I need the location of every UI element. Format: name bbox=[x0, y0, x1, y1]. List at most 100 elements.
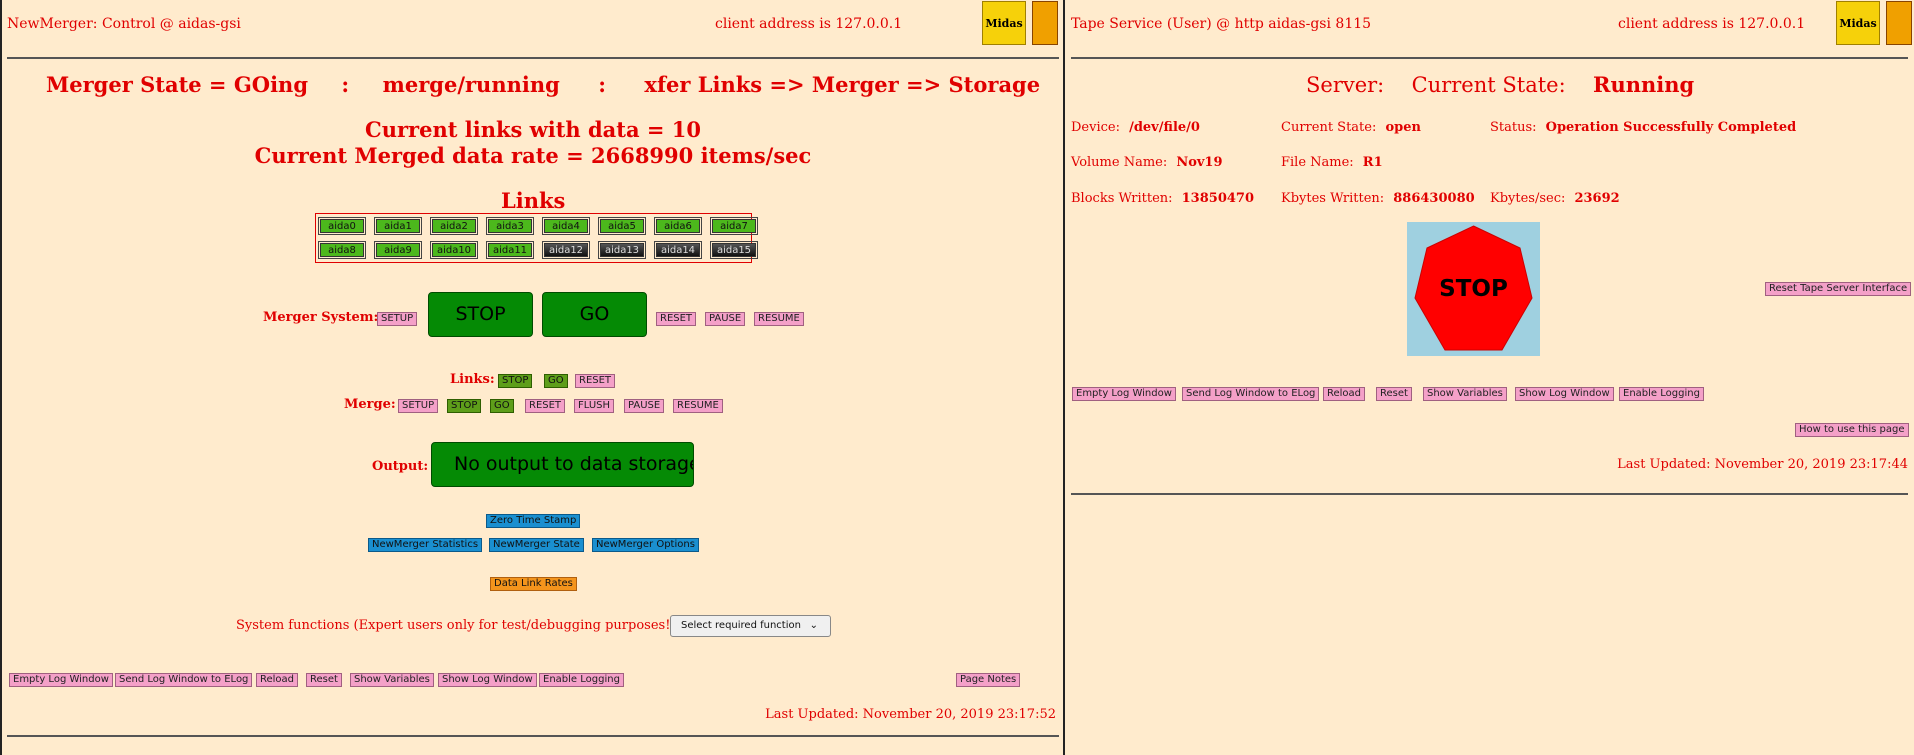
how-to-use-page-button[interactable]: How to use this page bbox=[1795, 423, 1909, 437]
link-label: aida5 bbox=[600, 219, 644, 233]
link-aida6[interactable]: aida6 bbox=[654, 217, 702, 235]
show-log-window-button[interactable]: Show Log Window bbox=[1515, 387, 1614, 401]
separator: : bbox=[598, 72, 606, 97]
merger-pause-button[interactable]: PAUSE bbox=[705, 312, 746, 326]
output-label: Output: bbox=[372, 459, 429, 474]
link-aida15[interactable]: aida15 bbox=[710, 241, 758, 259]
merger-last-updated: Last Updated: November 20, 2019 23:17:52 bbox=[765, 707, 1056, 722]
midas-logo: Midas bbox=[1836, 1, 1880, 45]
links-go-button[interactable]: GO bbox=[544, 374, 568, 388]
link-aida3[interactable]: aida3 bbox=[486, 217, 534, 235]
link-aida1[interactable]: aida1 bbox=[374, 217, 422, 235]
open-state-value: open bbox=[1385, 120, 1421, 135]
reset-tape-interface-button[interactable]: Reset Tape Server Interface bbox=[1765, 282, 1912, 296]
kbps-field: Kbytes/sec: 23692 bbox=[1490, 191, 1620, 206]
stfc-logo-icon bbox=[1886, 1, 1912, 45]
link-aida7[interactable]: aida7 bbox=[710, 217, 758, 235]
reload-button[interactable]: Reload bbox=[256, 673, 299, 687]
merger-reset-button[interactable]: RESET bbox=[656, 312, 697, 326]
volume-field: Volume Name: Nov19 bbox=[1071, 155, 1223, 170]
empty-log-window-button[interactable]: Empty Log Window bbox=[1072, 387, 1176, 401]
link-label: aida2 bbox=[432, 219, 476, 233]
link-label: aida8 bbox=[320, 243, 364, 257]
link-aida11[interactable]: aida11 bbox=[486, 241, 534, 259]
merger-client-address: client address is 127.0.0.1 bbox=[715, 16, 903, 32]
merger-state-line: Merger State = GOing : merge/running : x… bbox=[46, 72, 1040, 97]
merge-reset-button[interactable]: RESET bbox=[525, 399, 566, 413]
blocks-value: 13850470 bbox=[1181, 191, 1255, 206]
link-aida5[interactable]: aida5 bbox=[598, 217, 646, 235]
show-variables-button[interactable]: Show Variables bbox=[350, 673, 434, 687]
tape-stop-button[interactable]: STOP bbox=[1407, 222, 1540, 356]
merger-page-title: NewMerger: Control @ aidas-gsi bbox=[7, 16, 241, 32]
device-value: /dev/file/0 bbox=[1129, 120, 1200, 135]
links-with-data: Current links with data = 10 bbox=[364, 117, 702, 142]
enable-logging-button[interactable]: Enable Logging bbox=[539, 673, 624, 687]
newmerger-options-button[interactable]: NewMerger Options bbox=[592, 538, 699, 552]
show-variables-button[interactable]: Show Variables bbox=[1423, 387, 1507, 401]
link-label: aida3 bbox=[488, 219, 532, 233]
newmerger-state-button[interactable]: NewMerger State bbox=[489, 538, 584, 552]
stop-sign-label: STOP bbox=[1439, 276, 1508, 302]
system-function-select[interactable]: Select required function ⌄ bbox=[670, 615, 831, 637]
reload-button[interactable]: Reload bbox=[1323, 387, 1366, 401]
link-aida10[interactable]: aida10 bbox=[430, 241, 478, 259]
link-label: aida4 bbox=[544, 219, 588, 233]
links-reset-button[interactable]: RESET bbox=[575, 374, 616, 388]
merge-setup-button[interactable]: SETUP bbox=[398, 399, 439, 413]
show-log-window-button[interactable]: Show Log Window bbox=[438, 673, 537, 687]
chevron-down-icon: ⌄ bbox=[809, 620, 818, 631]
content-divider bbox=[1071, 493, 1908, 495]
link-label: aida12 bbox=[544, 243, 588, 257]
links-stop-button[interactable]: STOP bbox=[498, 374, 533, 388]
merge-flush-button[interactable]: FLUSH bbox=[574, 399, 615, 413]
link-aida9[interactable]: aida9 bbox=[374, 241, 422, 259]
merger-setup-button[interactable]: SETUP bbox=[377, 312, 418, 326]
merger-mode: merge/running bbox=[382, 72, 560, 97]
send-log-to-elog-button[interactable]: Send Log Window to ELog bbox=[115, 673, 253, 687]
merge-stop-button[interactable]: STOP bbox=[447, 399, 482, 413]
merger-control-pane: NewMerger: Control @ aidas-gsi client ad… bbox=[0, 0, 1062, 755]
merge-pause-button[interactable]: PAUSE bbox=[624, 399, 665, 413]
link-aida13[interactable]: aida13 bbox=[598, 241, 646, 259]
merger-go-button[interactable]: GO bbox=[542, 292, 647, 337]
link-aida2[interactable]: aida2 bbox=[430, 217, 478, 235]
merger-resume-button[interactable]: RESUME bbox=[754, 312, 804, 326]
link-label: aida6 bbox=[656, 219, 700, 233]
data-link-rates-button[interactable]: Data Link Rates bbox=[490, 577, 577, 591]
tape-last-updated: Last Updated: November 20, 2019 23:17:44 bbox=[1617, 457, 1908, 472]
current-state-label: Current State: bbox=[1411, 73, 1566, 97]
link-aida4[interactable]: aida4 bbox=[542, 217, 590, 235]
tape-service-pane: Tape Service (User) @ http aidas-gsi 811… bbox=[1063, 0, 1914, 755]
links-control-label: Links: bbox=[450, 372, 495, 387]
page-notes-button[interactable]: Page Notes bbox=[956, 673, 1021, 687]
merged-data-rate: Current Merged data rate = 2668990 items… bbox=[254, 143, 812, 168]
reset-button[interactable]: Reset bbox=[306, 673, 342, 687]
merger-flow: xfer Links => Merger => Storage bbox=[644, 72, 1041, 97]
zero-time-stamp-button[interactable]: Zero Time Stamp bbox=[486, 514, 581, 528]
volume-value: Nov19 bbox=[1176, 155, 1223, 170]
file-value: R1 bbox=[1362, 155, 1383, 170]
reset-button[interactable]: Reset bbox=[1376, 387, 1412, 401]
enable-logging-button[interactable]: Enable Logging bbox=[1619, 387, 1704, 401]
newmerger-statistics-button[interactable]: NewMerger Statistics bbox=[368, 538, 483, 552]
merger-system-label: Merger System: bbox=[263, 310, 379, 325]
link-label: aida14 bbox=[656, 243, 700, 257]
separator: : bbox=[341, 72, 350, 97]
link-aida14[interactable]: aida14 bbox=[654, 241, 702, 259]
merger-summary: Current links with data = 10 Current Mer… bbox=[2, 117, 1064, 169]
output-storage-button[interactable]: No output to data storage bbox=[431, 442, 694, 487]
links-heading: Links bbox=[501, 188, 566, 213]
kbytes-value: 886430080 bbox=[1393, 191, 1475, 206]
merger-stop-button[interactable]: STOP bbox=[428, 292, 533, 337]
link-aida12[interactable]: aida12 bbox=[542, 241, 590, 259]
link-label: aida10 bbox=[432, 243, 476, 257]
link-aida8[interactable]: aida8 bbox=[318, 241, 366, 259]
empty-log-window-button[interactable]: Empty Log Window bbox=[9, 673, 113, 687]
tape-page-title: Tape Service (User) @ http aidas-gsi 811… bbox=[1071, 16, 1372, 32]
merge-go-button[interactable]: GO bbox=[490, 399, 514, 413]
link-aida0[interactable]: aida0 bbox=[318, 217, 366, 235]
send-log-to-elog-button[interactable]: Send Log Window to ELog bbox=[1182, 387, 1320, 401]
merge-resume-button[interactable]: RESUME bbox=[673, 399, 723, 413]
status-value: Operation Successfully Completed bbox=[1545, 120, 1797, 135]
